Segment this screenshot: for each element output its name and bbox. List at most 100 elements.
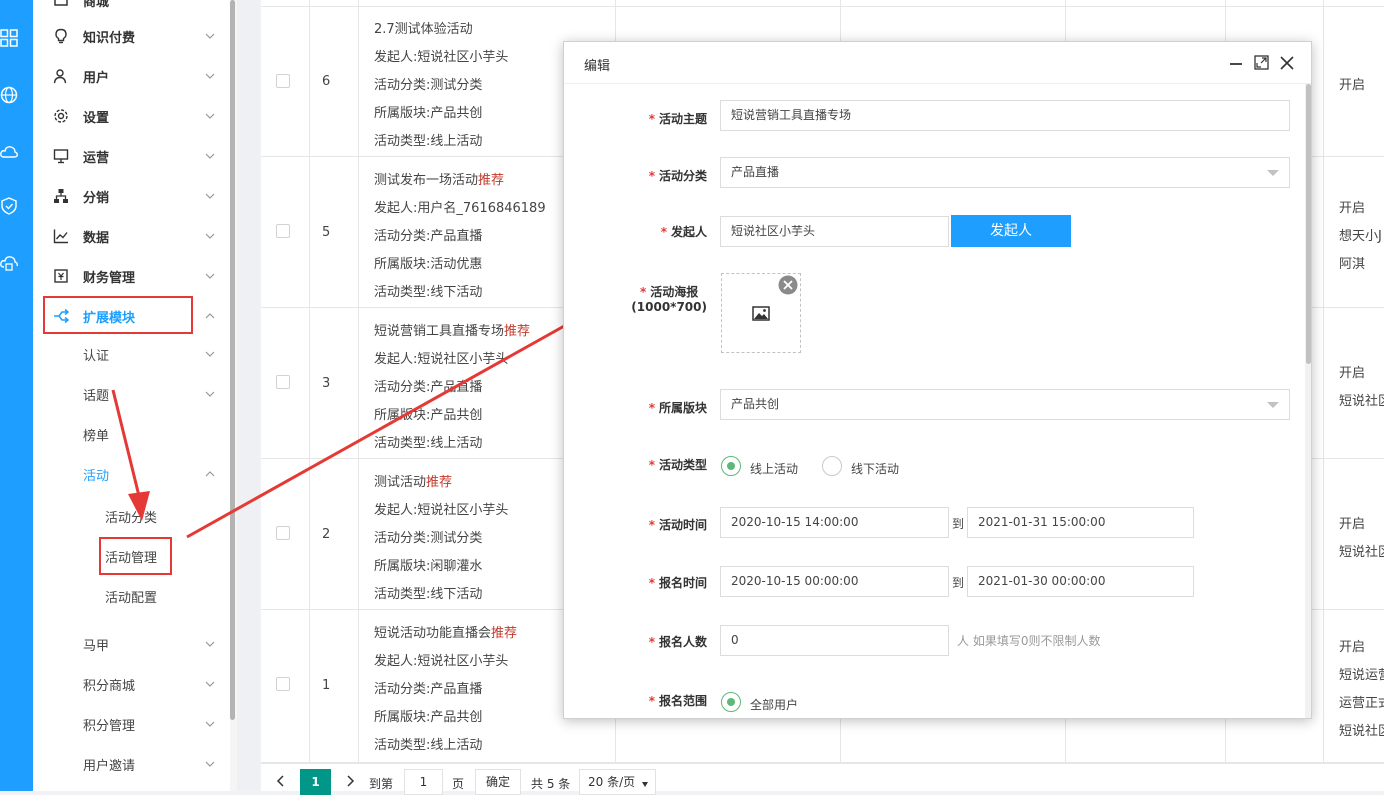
column-divider — [358, 0, 359, 763]
sidebar-sub-label: 话题 — [83, 388, 110, 404]
sidebar-sub-topics[interactable]: 话题 — [33, 374, 230, 414]
chevron-down-icon — [205, 33, 215, 39]
participant-name: 短说社区 — [1339, 545, 1384, 560]
category-select-value: 产品直播 — [731, 165, 780, 179]
column-divider — [1323, 0, 1324, 763]
sidebar-sub-user-invite[interactable]: 用户邀请 — [33, 744, 230, 784]
row-checkbox[interactable] — [276, 224, 290, 238]
sidebar-scrollbar-thumb[interactable] — [230, 0, 235, 720]
sidebar-item-finance[interactable]: 财务管理 — [33, 256, 230, 296]
cloud-data-icon[interactable] — [0, 254, 18, 272]
recommend-tag: 推荐 — [478, 173, 505, 188]
highlight-box-activity-manage — [99, 537, 172, 575]
activity-initiator: 发起人:短说社区小芋头 — [374, 654, 509, 669]
theme-input[interactable]: 短说营销工具直播专场 — [720, 100, 1290, 131]
field-label-poster: * 活动海报 (1000*700) — [631, 285, 707, 314]
sidebar-scrollbar[interactable] — [230, 0, 237, 791]
block-select[interactable]: 产品共创 — [720, 389, 1290, 420]
sidebar-leaf-activity-config[interactable]: 活动配置 — [105, 587, 157, 606]
row-checkbox[interactable] — [276, 677, 290, 691]
sidebar-item-label: 设置 — [83, 110, 110, 126]
sidebar-item-operations[interactable]: 运营 — [33, 136, 230, 176]
sidebar-sub-auth[interactable]: 认证 — [33, 334, 230, 374]
range-all-radio[interactable] — [721, 692, 741, 712]
activity-type: 活动类型:线下活动 — [374, 285, 483, 300]
sidebar-sub-points-mall[interactable]: 积分商城 — [33, 664, 230, 704]
signup-count-input[interactable]: 0 — [720, 625, 949, 656]
chevron-down-icon — [205, 761, 215, 767]
sidebar-sub-points-manage[interactable]: 积分管理 — [33, 704, 230, 744]
sidebar-item-knowledge[interactable]: 知识付费 — [33, 16, 230, 56]
modal-scrollbar-thumb[interactable] — [1306, 84, 1311, 364]
close-icon[interactable] — [1280, 56, 1294, 70]
type-online-label[interactable]: 线上活动 — [750, 460, 798, 477]
chevron-down-icon — [205, 681, 215, 687]
globe-icon[interactable] — [0, 86, 18, 104]
row-number: 1 — [322, 678, 331, 693]
user-icon — [53, 69, 67, 84]
goto-confirm-button[interactable]: 确定 — [475, 769, 521, 795]
range-all-label[interactable]: 全部用户 — [750, 696, 798, 713]
sidebar-sub-rankings[interactable]: 榜单 — [33, 414, 230, 454]
select-initiator-button[interactable]: 发起人 — [951, 215, 1071, 247]
signup-end-time-input[interactable]: 2021-01-30 00:00:00 — [967, 566, 1194, 597]
cloud-icon[interactable] — [0, 143, 18, 161]
row-checkbox[interactable] — [276, 526, 290, 540]
row-checkbox[interactable] — [276, 74, 290, 88]
type-online-radio[interactable] — [721, 456, 741, 476]
network-icon — [54, 189, 68, 203]
type-offline-radio[interactable] — [822, 456, 842, 476]
field-label-theme: * 活动主题 — [648, 112, 707, 126]
modal-scrollbar[interactable] — [1305, 84, 1311, 718]
shield-icon[interactable] — [0, 197, 18, 215]
activity-block: 所属版块:产品共创 — [374, 106, 483, 121]
chevron-left-icon[interactable] — [276, 775, 286, 787]
activity-end-time-input[interactable]: 2021-01-31 15:00:00 — [967, 507, 1194, 538]
sidebar-leaf-activity-category[interactable]: 活动分类 — [105, 507, 157, 526]
page-label: 页 — [452, 777, 465, 791]
field-label-category: * 活动分类 — [648, 169, 707, 183]
sidebar-item-users[interactable]: 用户 — [33, 56, 230, 96]
goto-page-input[interactable]: 1 — [404, 769, 443, 795]
sidebar-item-distribution[interactable]: 分销 — [33, 176, 230, 216]
content-gutter — [237, 0, 260, 791]
chevron-up-icon — [205, 471, 215, 477]
row-checkbox[interactable] — [276, 375, 290, 389]
field-label-count: * 报名人数 — [648, 635, 707, 649]
finance-icon — [54, 269, 68, 283]
participant-name: 短说社区 — [1339, 724, 1384, 739]
recommend-tag: 推荐 — [491, 626, 518, 641]
row-number: 5 — [322, 225, 331, 240]
remove-image-icon[interactable] — [778, 275, 798, 295]
sidebar-item-settings[interactable]: 设置 — [33, 96, 230, 136]
activity-block: 所属版块:活动优惠 — [374, 257, 483, 272]
participant-name: 短说运营 — [1339, 668, 1384, 683]
participant-name: 短说社区 — [1339, 394, 1384, 409]
image-icon — [752, 306, 770, 321]
field-label-range: * 报名范围 — [648, 694, 707, 708]
minimize-icon[interactable] — [1229, 58, 1243, 68]
chevron-right-icon[interactable] — [345, 775, 355, 787]
field-label-signup: * 报名时间 — [648, 576, 707, 590]
chevron-down-icon — [205, 233, 215, 239]
caret-down-icon — [1267, 170, 1279, 176]
activity-start-time-input[interactable]: 2020-10-15 14:00:00 — [720, 507, 949, 538]
page-button-current[interactable]: 1 — [300, 769, 331, 795]
grid-icon[interactable] — [0, 29, 18, 47]
sidebar-sub-alt-accounts[interactable]: 马甲 — [33, 624, 230, 664]
sidebar-item-data[interactable]: 数据 — [33, 216, 230, 256]
activity-title: 短说营销工具直播专场推荐 — [374, 324, 531, 339]
type-offline-label[interactable]: 线下活动 — [851, 460, 899, 477]
sidebar-sub-label: 积分管理 — [83, 718, 136, 734]
block-select-value: 产品共创 — [731, 397, 780, 411]
initiator-input[interactable]: 短说社区小芋头 — [720, 216, 949, 247]
signup-start-time-input[interactable]: 2020-10-15 00:00:00 — [720, 566, 949, 597]
category-select[interactable]: 产品直播 — [720, 157, 1290, 188]
poster-size-hint: (1000*700) — [631, 300, 707, 314]
recommend-tag: 推荐 — [426, 475, 453, 490]
participant-name: 想天小J — [1339, 229, 1382, 244]
activity-type: 活动类型:线下活动 — [374, 587, 483, 602]
maximize-icon[interactable] — [1254, 55, 1269, 70]
sidebar-sub-activities[interactable]: 活动 — [33, 454, 230, 494]
chevron-down-icon — [205, 273, 215, 279]
